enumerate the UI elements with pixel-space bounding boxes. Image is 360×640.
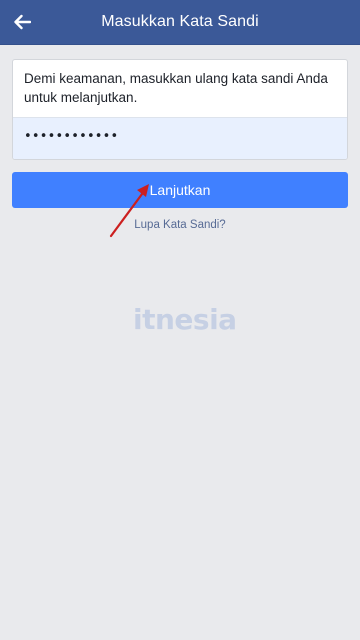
forgot-password-link[interactable]: Lupa Kata Sandi? [0,219,360,231]
page-root: Masukkan Kata Sandi Demi keamanan, masuk… [0,0,360,640]
watermark-logo: itnesia [133,303,237,336]
top-bar: Masukkan Kata Sandi [0,0,360,45]
password-card: Demi keamanan, masukkan ulang kata sandi… [12,59,348,160]
password-value: •••••••••••• [24,129,119,144]
security-message: Demi keamanan, masukkan ulang kata sandi… [24,71,328,105]
continue-button[interactable]: Lanjutkan [12,172,348,208]
password-field[interactable]: •••••••••••• [13,117,347,159]
page-title: Masukkan Kata Sandi [101,13,259,30]
